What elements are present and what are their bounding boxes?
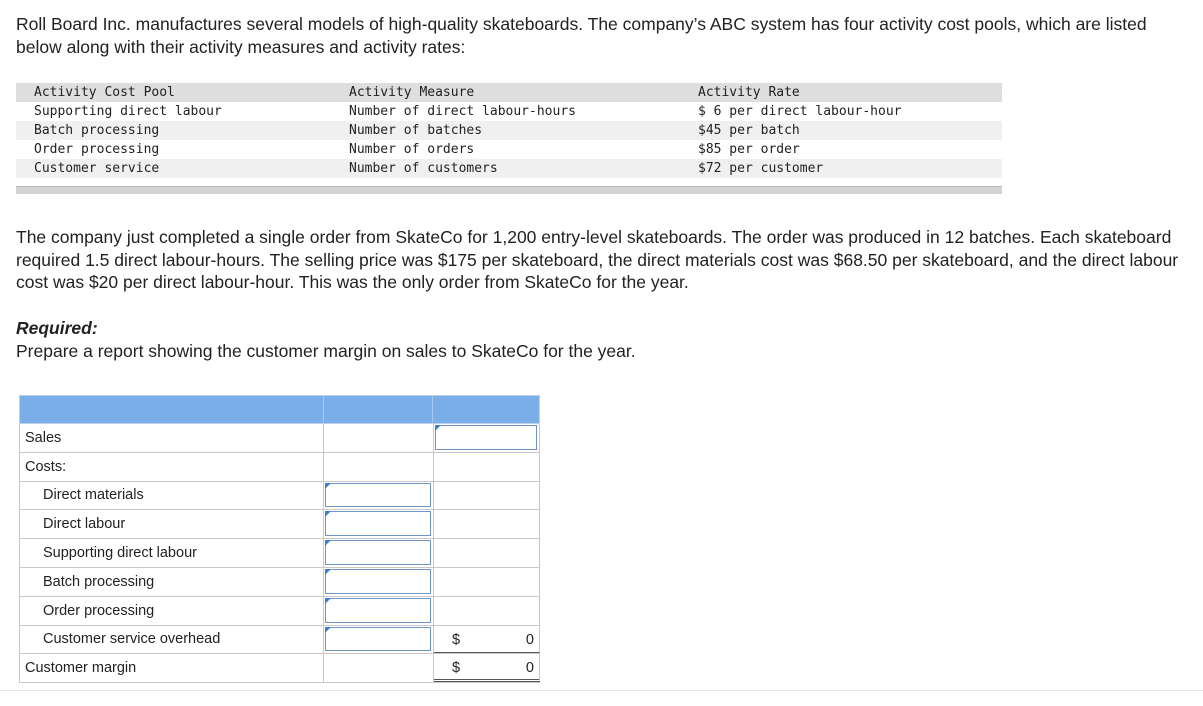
supporting-direct-labour-input[interactable] (325, 540, 431, 565)
customer-margin-report-table: Sales Costs: Direct materials Direct lab… (19, 395, 540, 684)
abc-table-bottom-bar (16, 186, 1002, 194)
cost-pool-cell: Order processing (34, 142, 160, 157)
costs-total-value: 0 (525, 631, 534, 648)
customer-margin-label: Customer margin (19, 654, 324, 683)
sales-amount-input[interactable] (435, 425, 537, 450)
order-processing-label: Order processing (19, 596, 324, 625)
abc-row: Customer service Number of customers $72… (16, 159, 1002, 178)
required-text: Prepare a report showing the customer ma… (16, 341, 636, 361)
empty-cell (324, 424, 434, 452)
rate-cell: $ 6 per direct labour-hour (698, 104, 902, 119)
empty-cell (434, 452, 540, 481)
measure-cell: Number of direct labour-hours (349, 104, 576, 119)
abc-header-row: Activity Cost Pool Activity Measure Acti… (16, 83, 1002, 102)
supporting-direct-labour-label: Supporting direct labour (19, 539, 324, 567)
cost-pool-cell: Batch processing (34, 123, 160, 138)
abc-row: Order processing Number of orders $85 pe… (16, 140, 1002, 159)
report-header-row (19, 395, 540, 424)
header-activity-measure: Activity Measure (349, 85, 475, 100)
header-cell (433, 396, 539, 423)
abc-row: Supporting direct labour Number of direc… (16, 102, 1002, 121)
direct-materials-row: Direct materials (19, 481, 540, 511)
empty-cell (434, 539, 540, 567)
intro-paragraph: Roll Board Inc. manufactures several mod… (16, 14, 1147, 57)
customer-margin-row: Customer margin $ 0 (19, 654, 540, 684)
empty-cell (434, 481, 540, 510)
sales-label: Sales (19, 424, 324, 452)
customer-service-overhead-amount-cell (324, 625, 434, 654)
customer-service-overhead-input[interactable] (325, 626, 431, 652)
costs-row: Costs: (19, 452, 540, 482)
scenario-paragraph: The company just completed a single orde… (16, 227, 1179, 292)
header-activity-rate: Activity Rate (698, 85, 800, 100)
sales-amount-cell (434, 424, 540, 452)
required-label: Required: (16, 318, 98, 338)
direct-materials-input[interactable] (325, 482, 431, 508)
costs-total-cell: $ 0 (434, 625, 540, 654)
measure-cell: Number of orders (349, 142, 475, 157)
rate-cell: $45 per batch (698, 123, 800, 138)
empty-cell (324, 654, 434, 683)
costs-label: Costs: (19, 452, 324, 481)
header-activity-cost-pool: Activity Cost Pool (34, 85, 175, 100)
direct-labour-input[interactable] (325, 511, 431, 537)
batch-processing-label: Batch processing (19, 567, 324, 596)
header-cell (20, 396, 324, 423)
customer-margin-value: 0 (525, 660, 534, 677)
abc-activity-table: Activity Cost Pool Activity Measure Acti… (16, 83, 1002, 178)
empty-cell (324, 452, 434, 481)
currency-symbol: $ (452, 631, 461, 648)
customer-margin-total-cell: $ 0 (434, 654, 540, 683)
header-cell (324, 396, 434, 423)
empty-cell (434, 510, 540, 539)
measure-cell: Number of batches (349, 123, 483, 138)
customer-service-overhead-label: Customer service overhead (19, 625, 324, 654)
batch-processing-amount-cell (324, 567, 434, 596)
supporting-direct-labour-amount-cell (324, 539, 434, 567)
supporting-direct-labour-row: Supporting direct labour (19, 539, 540, 568)
batch-processing-input[interactable] (325, 568, 431, 594)
rate-cell: $85 per order (698, 142, 800, 157)
measure-cell: Number of customers (349, 161, 498, 176)
batch-processing-row: Batch processing (19, 567, 540, 597)
empty-cell (434, 596, 540, 625)
order-processing-amount-cell (324, 596, 434, 625)
abc-row: Batch processing Number of batches $45 p… (16, 121, 1002, 140)
sales-row: Sales (19, 424, 540, 453)
bottom-divider (0, 690, 1203, 691)
empty-cell (434, 567, 540, 596)
direct-labour-row: Direct labour (19, 510, 540, 540)
direct-labour-label: Direct labour (19, 510, 324, 539)
direct-labour-amount-cell (324, 510, 434, 539)
cost-pool-cell: Customer service (34, 161, 160, 176)
currency-symbol: $ (452, 660, 461, 677)
cost-pool-cell: Supporting direct labour (34, 104, 222, 119)
order-processing-row: Order processing (19, 596, 540, 626)
order-processing-input[interactable] (325, 597, 431, 623)
direct-materials-label: Direct materials (19, 481, 324, 510)
rate-cell: $72 per customer (698, 161, 824, 176)
direct-materials-amount-cell (324, 481, 434, 510)
customer-service-overhead-row: Customer service overhead $ 0 (19, 625, 540, 655)
